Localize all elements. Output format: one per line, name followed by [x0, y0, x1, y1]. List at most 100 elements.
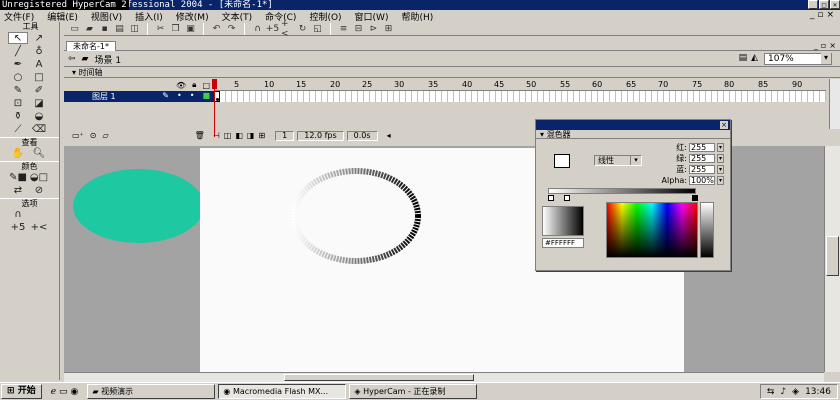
green-input[interactable]: 255: [689, 153, 715, 163]
center-frame-icon[interactable]: ⊣: [213, 131, 220, 140]
menu-edit[interactable]: 编辑(E): [47, 10, 78, 23]
menu-modify[interactable]: 修改(M): [176, 10, 209, 23]
minimize-button[interactable]: _: [808, 0, 818, 9]
distribute-icon[interactable]: ⊞: [382, 23, 395, 35]
back-arrow-icon[interactable]: ⇦: [68, 54, 76, 64]
red-input[interactable]: 255: [689, 142, 715, 152]
frame-grid[interactable]: 5 10 15 20 25 30 35 40 45 50 55 60 65 70…: [214, 79, 826, 127]
fill-transform-tool-icon[interactable]: ◪: [29, 97, 49, 109]
green-ellipse-shape[interactable]: [73, 169, 204, 243]
no-color-icon[interactable]: ⊘: [29, 184, 49, 196]
playhead[interactable]: [212, 79, 217, 137]
smooth-icon[interactable]: +5: [266, 23, 279, 35]
timeline-hscroll-left-icon[interactable]: ◂: [387, 131, 391, 140]
close-button[interactable]: ×: [830, 0, 840, 9]
menu-window[interactable]: 窗口(W): [355, 10, 389, 23]
gradient-pointer-mid[interactable]: [564, 195, 570, 201]
tray-network-icon[interactable]: ⇆: [767, 387, 775, 397]
menu-view[interactable]: 视图(V): [91, 10, 122, 23]
stage-vertical-scrollbar[interactable]: [824, 146, 840, 372]
taskbar-item-flash[interactable]: ◉ Macromedia Flash MX...: [218, 384, 347, 399]
paint-bucket-tool-icon[interactable]: ◒: [29, 110, 49, 122]
pencil-tool-icon[interactable]: ✎: [8, 84, 28, 96]
menu-control[interactable]: 控制(O): [309, 10, 341, 23]
start-button[interactable]: ⊞ 开始: [1, 384, 42, 399]
green-dropdown-icon[interactable]: ▾: [717, 153, 724, 163]
layer-row[interactable]: 图层 1 ✎ • • ■: [64, 91, 214, 102]
gradient-pointer-right[interactable]: [692, 195, 698, 201]
doc-tab-minimize-icon[interactable]: _: [814, 41, 818, 50]
zoom-tool-icon[interactable]: 🔍︎: [29, 147, 49, 159]
hex-input[interactable]: #FFFFFF: [542, 238, 584, 248]
desktop-icon[interactable]: ▭: [59, 387, 68, 397]
stroke-color-icon[interactable]: ✎■: [8, 171, 28, 183]
add-layer-icon[interactable]: ▭⁺: [72, 131, 84, 140]
rotate-icon[interactable]: ↻: [296, 23, 309, 35]
red-dropdown-icon[interactable]: ▾: [717, 142, 724, 152]
clock[interactable]: 13:46: [805, 387, 831, 397]
open-file-icon[interactable]: ▰: [83, 23, 96, 35]
doc-tab-close-icon[interactable]: ×: [829, 41, 836, 50]
gradient-bar[interactable]: [548, 188, 696, 194]
paste-icon[interactable]: ▣: [184, 23, 197, 35]
document-tab[interactable]: 未命名-1*: [66, 41, 116, 51]
scroll-thumb[interactable]: [826, 236, 839, 276]
rectangle-tool-icon[interactable]: □: [29, 71, 49, 83]
fill-swatch[interactable]: [554, 154, 570, 168]
align-right-icon[interactable]: ⊳: [367, 23, 380, 35]
mixer-titlebar[interactable]: ×: [536, 120, 730, 130]
taskbar-item-folder[interactable]: ▰ 视频演示: [87, 384, 216, 399]
ink-bottle-tool-icon[interactable]: ⚱: [8, 110, 28, 122]
oval-tool-icon[interactable]: ○: [8, 71, 28, 83]
subselect-tool-icon[interactable]: ↗: [29, 32, 49, 44]
lasso-tool-icon[interactable]: ♁: [29, 45, 49, 57]
doc-tab-restore-icon[interactable]: ▫: [821, 41, 826, 50]
fill-color-icon[interactable]: ◒□: [29, 171, 49, 183]
doc-close-icon[interactable]: ×: [826, 10, 834, 20]
save-icon[interactable]: ▪: [98, 23, 111, 35]
text-tool-icon[interactable]: A: [29, 58, 49, 70]
lock-icon[interactable]: 🔒︎: [192, 80, 196, 90]
straighten-option-icon[interactable]: +<: [29, 221, 49, 233]
ie-icon[interactable]: ℯ: [51, 387, 56, 397]
cut-icon[interactable]: ✂: [154, 23, 167, 35]
delete-layer-icon[interactable]: 🗑︎: [195, 131, 205, 140]
edit-multiple-icon[interactable]: ◨: [247, 131, 255, 140]
arrow-tool-icon[interactable]: ↖: [8, 32, 28, 44]
brush-tool-icon[interactable]: ✐: [29, 84, 49, 96]
onion-outline-icon[interactable]: ◧: [235, 131, 243, 140]
media-icon[interactable]: ◉: [71, 387, 79, 397]
stage-horizontal-scrollbar[interactable]: [64, 372, 824, 382]
frame-ruler[interactable]: 5 10 15 20 25 30 35 40 45 50 55 60 65 70…: [214, 79, 826, 91]
swap-colors-icon[interactable]: ⇄: [8, 184, 28, 196]
blue-dropdown-icon[interactable]: ▾: [717, 164, 724, 174]
frame-rate[interactable]: 12.0 fps: [297, 130, 344, 141]
edit-scene-icon[interactable]: ▤: [739, 53, 748, 63]
hand-tool-icon[interactable]: ✋: [8, 147, 28, 159]
snap-magnet-icon[interactable]: ∩: [251, 23, 264, 35]
redo-icon[interactable]: ↷: [225, 23, 238, 35]
print-preview-icon[interactable]: ◫: [128, 23, 141, 35]
timeline-header[interactable]: ▾ 时间轴: [64, 68, 840, 78]
eye-icon[interactable]: 👁︎: [176, 81, 186, 90]
brightness-slider[interactable]: [700, 202, 714, 258]
scene-label[interactable]: 场景 1: [94, 53, 121, 66]
doc-minimize-icon[interactable]: _: [810, 10, 815, 20]
gradient-ring-shape[interactable]: [291, 168, 421, 264]
scale-icon[interactable]: ◱: [311, 23, 324, 35]
edit-symbols-icon[interactable]: ◭: [751, 53, 758, 63]
print-icon[interactable]: ▤: [113, 23, 126, 35]
tray-volume-icon[interactable]: ♪: [780, 387, 786, 397]
snap-option-icon[interactable]: ∩: [8, 208, 28, 220]
align-left-icon[interactable]: ≡: [337, 23, 350, 35]
menu-insert[interactable]: 插入(I): [135, 10, 163, 23]
visible-dot-icon[interactable]: •: [177, 91, 182, 100]
alpha-input[interactable]: 100%: [689, 175, 715, 185]
mixer-header[interactable]: ▾ 混色器: [536, 130, 730, 139]
copy-icon[interactable]: ❐: [169, 23, 182, 35]
timeline-scrollbar[interactable]: [829, 79, 840, 129]
undo-icon[interactable]: ↶: [210, 23, 223, 35]
mixer-close-icon[interactable]: ×: [720, 121, 728, 129]
add-folder-icon[interactable]: ▱: [102, 131, 108, 140]
straighten-icon[interactable]: +<: [281, 19, 294, 39]
